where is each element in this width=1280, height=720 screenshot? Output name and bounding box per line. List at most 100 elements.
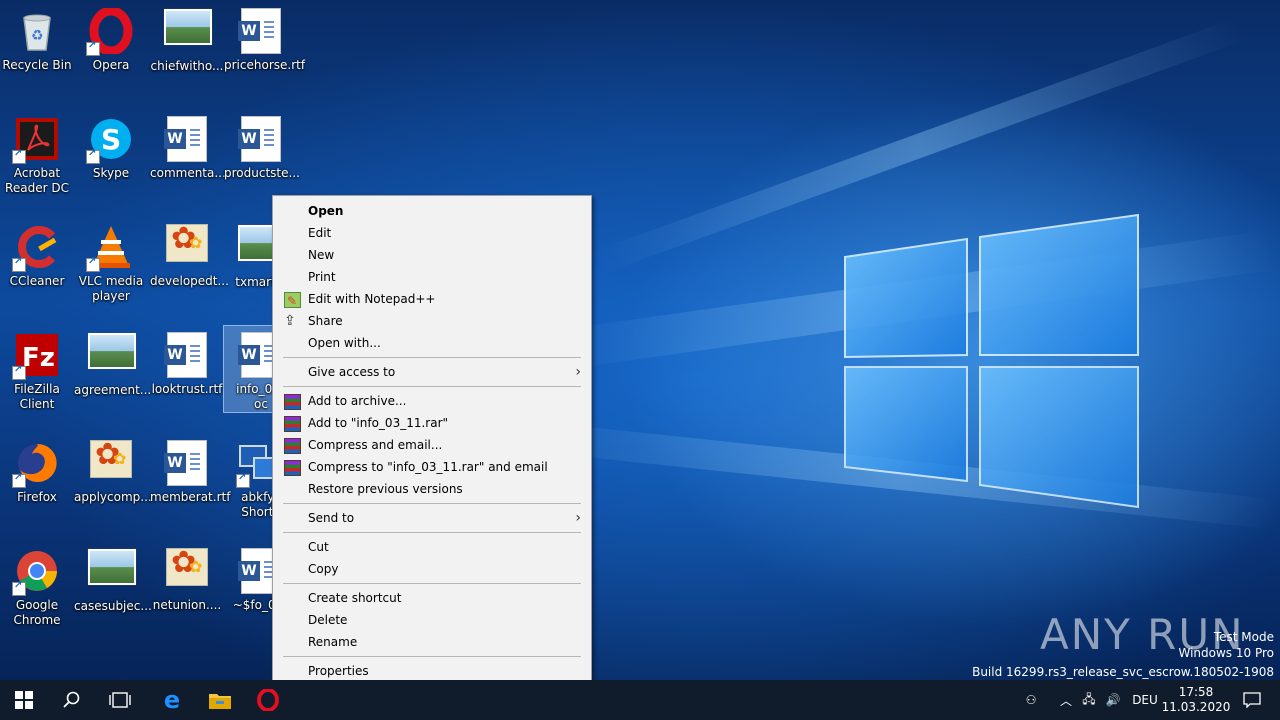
context-menu-item[interactable]: Rename bbox=[275, 631, 589, 653]
clock-date: 11.03.2020 bbox=[1161, 700, 1231, 714]
desktop-icon[interactable]: Firefox bbox=[0, 434, 74, 505]
context-menu-item[interactable]: Create shortcut bbox=[275, 587, 589, 609]
context-menu-item[interactable]: Print bbox=[275, 266, 589, 288]
desktop-icon[interactable]: Fz FileZilla Client bbox=[0, 326, 74, 412]
desktop-icon-label: CCleaner bbox=[9, 274, 65, 288]
desktop-icon[interactable]: pricehorse.rtf bbox=[224, 2, 305, 73]
context-menu-item-label: Open with... bbox=[308, 336, 381, 350]
context-menu-item[interactable]: Open with... bbox=[275, 332, 589, 354]
desktop-icon-label: commenta... bbox=[150, 166, 226, 180]
context-menu-item[interactable]: Compress and email... bbox=[275, 434, 589, 456]
desktop-icon[interactable]: productste... bbox=[224, 110, 300, 181]
desktop-icon-label: looktrust.rtf bbox=[151, 382, 223, 396]
context-menu-item-label: Give access to bbox=[308, 365, 396, 379]
context-menu-item-label: Edit with Notepad++ bbox=[308, 292, 436, 306]
taskbar-explorer-button[interactable] bbox=[196, 680, 244, 720]
context-menu-item[interactable]: Properties bbox=[275, 660, 589, 682]
context-menu-item[interactable]: Send to › bbox=[275, 507, 589, 529]
desktop-icon[interactable]: agreement... bbox=[74, 326, 151, 398]
notepadpp-icon bbox=[284, 290, 301, 312]
context-menu-item[interactable]: Delete bbox=[275, 609, 589, 631]
svg-text:♻: ♻ bbox=[31, 28, 44, 44]
notification-icon bbox=[1243, 692, 1261, 708]
desktop-icon-label: VLC media player bbox=[78, 274, 144, 303]
desktop-icon-label: Skype bbox=[92, 166, 130, 180]
word-icon bbox=[238, 116, 284, 162]
photo-icon bbox=[164, 9, 212, 55]
word-icon bbox=[238, 8, 284, 54]
chrome-icon bbox=[12, 548, 60, 596]
desktop-icon[interactable]: applycomp... bbox=[74, 434, 152, 505]
watermark-build: Build 16299.rs3_release_svc_escrow.18050… bbox=[972, 665, 1274, 679]
taskbar-edge-button[interactable]: e bbox=[148, 680, 196, 720]
context-menu-item[interactable]: Restore previous versions bbox=[275, 478, 589, 500]
desktop-icon[interactable]: Opera bbox=[74, 2, 148, 73]
word-icon bbox=[164, 116, 210, 162]
desktop-icon-label: developedt... bbox=[150, 274, 229, 288]
context-menu-item-label: Compress to "info_03_11.rar" and email bbox=[308, 460, 548, 474]
clock-button[interactable]: 17:58 11.03.2020 bbox=[1162, 680, 1231, 720]
desktop-icon[interactable]: casesubjec... bbox=[74, 542, 152, 614]
show-hidden-icons-button[interactable]: ︿ bbox=[1056, 680, 1076, 720]
desktop-icon-label: productste... bbox=[224, 166, 300, 180]
context-menu-item[interactable]: Edit bbox=[275, 222, 589, 244]
desktop-icon[interactable]: Google Chrome bbox=[0, 542, 74, 628]
context-menu-item[interactable]: ⇪ Share bbox=[275, 310, 589, 332]
shortcut-arrow-icon bbox=[86, 148, 100, 164]
desktop-icon[interactable]: VLC media player bbox=[74, 218, 148, 304]
context-menu-item[interactable]: Open bbox=[275, 200, 589, 222]
task-view-button[interactable] bbox=[96, 680, 144, 720]
input-language-button[interactable]: DEU bbox=[1128, 680, 1162, 720]
context-menu-item[interactable]: Add to archive... bbox=[275, 390, 589, 412]
desktop-icon[interactable]: looktrust.rtf bbox=[150, 326, 224, 397]
context-menu-item[interactable]: Cut bbox=[275, 536, 589, 558]
start-button[interactable] bbox=[0, 680, 48, 720]
search-button[interactable] bbox=[48, 680, 96, 720]
chevron-up-icon: ︿ bbox=[1059, 693, 1072, 708]
shortcut-arrow-icon bbox=[12, 148, 26, 164]
desktop-icon[interactable]: memberat.rtf bbox=[150, 434, 231, 505]
shortcut-arrow-icon bbox=[86, 256, 100, 272]
desktop-icon-label: netunion.... bbox=[152, 598, 222, 612]
desktop-icon[interactable]: S Skype bbox=[74, 110, 148, 181]
language-indicator: DEU bbox=[1132, 693, 1158, 707]
desktop-icon[interactable]: Acrobat Reader DC bbox=[0, 110, 74, 196]
taskbar-opera-button[interactable] bbox=[244, 680, 292, 720]
desktop-icon[interactable]: commenta... bbox=[150, 110, 226, 181]
network-tray-button[interactable]: 🖧 bbox=[1078, 680, 1100, 720]
context-menu-item[interactable]: Copy bbox=[275, 558, 589, 580]
context-menu: Open Edit New Print Edit with Notepad++ ⇪ Shar… bbox=[272, 195, 592, 681]
desktop-icon[interactable]: chiefwitho... bbox=[150, 2, 224, 74]
menu-separator bbox=[283, 503, 581, 504]
winrar-icon bbox=[284, 416, 301, 432]
network-icon: 🖧 bbox=[1082, 691, 1096, 706]
context-menu-item[interactable]: Give access to › bbox=[275, 361, 589, 383]
volume-icon: 🔊 bbox=[1105, 693, 1121, 707]
context-menu-item[interactable]: Edit with Notepad++ bbox=[275, 288, 589, 312]
desktop-icon-label: Opera bbox=[92, 58, 130, 72]
context-menu-item[interactable]: New bbox=[275, 244, 589, 266]
desktop-icon-label: casesubjec... bbox=[74, 599, 152, 613]
clock-time: 17:58 bbox=[1178, 685, 1214, 699]
context-menu-item-label: Share bbox=[308, 314, 343, 328]
volume-tray-button[interactable]: 🔊 bbox=[1102, 680, 1124, 720]
desktop-icon-label: applycomp... bbox=[74, 490, 152, 504]
context-menu-item[interactable]: Compress to "info_03_11.rar" and email bbox=[275, 456, 589, 478]
context-menu-item-label: Rename bbox=[308, 635, 358, 649]
chevron-right-icon: › bbox=[575, 510, 581, 526]
menu-separator bbox=[283, 656, 581, 657]
shortcut-arrow-icon bbox=[12, 580, 26, 596]
context-menu-item[interactable]: Add to "info_03_11.rar" bbox=[275, 412, 589, 434]
desktop-icon-label: memberat.rtf bbox=[150, 490, 231, 504]
people-icon: ⚇ bbox=[1025, 693, 1037, 707]
action-center-button[interactable] bbox=[1232, 680, 1272, 720]
flower-icon bbox=[164, 545, 210, 594]
desktop-icon[interactable]: CCleaner bbox=[0, 218, 74, 289]
context-menu-item-label: Delete bbox=[308, 613, 348, 627]
desktop-icon[interactable]: netunion.... bbox=[150, 542, 224, 613]
desktop-icon[interactable]: ♻ Recycle Bin bbox=[0, 2, 74, 73]
chevron-right-icon: › bbox=[575, 364, 581, 380]
desktop-icon[interactable]: developedt... bbox=[150, 218, 229, 289]
context-menu-item-label: Cut bbox=[308, 540, 329, 554]
people-button[interactable]: ⚇ bbox=[1018, 680, 1044, 720]
